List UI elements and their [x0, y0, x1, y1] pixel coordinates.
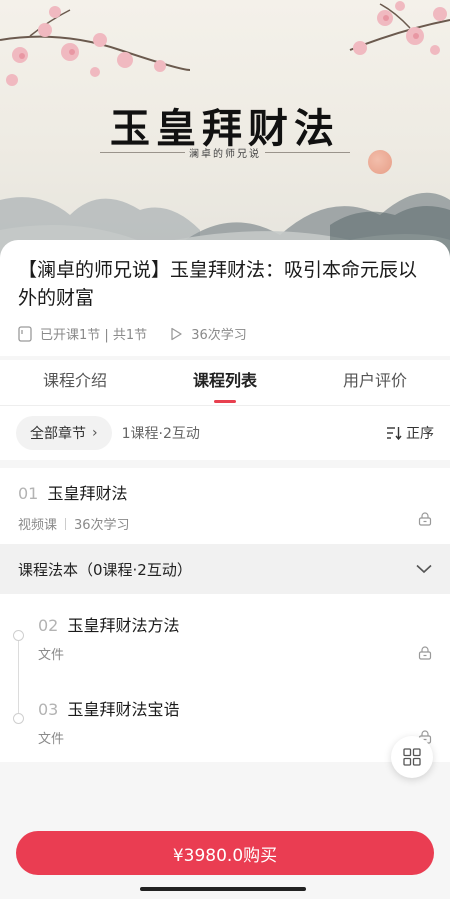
sort-order-button[interactable]: 正序 [386, 423, 434, 443]
sub-lesson-item[interactable]: 03 玉皇拜财法宝诰 文件 [38, 696, 432, 747]
catalog-float-button[interactable] [391, 736, 433, 778]
course-tabs: 课程介绍 课程列表 用户评价 [0, 360, 450, 406]
timeline-dot [13, 630, 24, 641]
sort-icon [387, 427, 402, 440]
tab-course-list[interactable]: 课程列表 [150, 360, 300, 405]
document-icon [18, 325, 32, 342]
sub-lesson-number: 03 [38, 700, 59, 719]
buy-button[interactable]: ¥3980.0购买 [16, 831, 434, 875]
grid-icon [403, 748, 421, 766]
tab-user-reviews[interactable]: 用户评价 [300, 360, 450, 405]
all-chapters-button[interactable]: 全部章节 › [16, 416, 112, 450]
section-lesson-list: 02 玉皇拜财法方法 文件 03 玉皇拜财法宝诰 文件 [0, 594, 450, 762]
play-icon [171, 327, 182, 340]
all-chapters-label: 全部章节 [30, 426, 86, 442]
tab-course-intro[interactable]: 课程介绍 [0, 360, 150, 405]
home-indicator [140, 887, 306, 891]
chevron-down-icon [416, 564, 432, 574]
chevron-right-icon: › [92, 425, 98, 441]
sort-label: 正序 [406, 426, 434, 442]
banner-subtitle: 澜卓的师兄说 [189, 149, 261, 160]
section-title: 课程法本（0课程·2互动） [18, 560, 192, 579]
lock-icon [418, 512, 432, 526]
course-title: 【澜卓的师兄说】玉皇拜财法：吸引本命元辰以外的财富 [18, 259, 418, 309]
sub-lesson-title: 玉皇拜财法宝诰 [67, 700, 180, 719]
lesson-meta: 视频课 36次学习 [18, 514, 432, 533]
sub-lesson-type: 文件 [38, 732, 65, 747]
course-banner: 玉皇拜财法 澜卓的师兄说 [0, 0, 450, 262]
sub-lesson-title: 玉皇拜财法方法 [67, 616, 180, 635]
timeline-dot [13, 713, 24, 724]
lesson-study-count: 36次学习 [74, 518, 130, 533]
sub-lesson-type: 文件 [38, 648, 65, 663]
lock-icon [418, 646, 432, 660]
lesson-title: 玉皇拜财法 [47, 484, 128, 503]
course-info-card: 【澜卓的师兄说】玉皇拜财法：吸引本命元辰以外的财富 已开课1节 | 共1节 36… [0, 240, 450, 356]
chapter-filter-bar: 全部章节 › 1课程·2互动 正序 [0, 406, 450, 460]
timeline-line [18, 630, 19, 714]
lesson-number: 01 [18, 484, 39, 503]
lesson-title-row: 01 玉皇拜财法 [18, 480, 432, 504]
lesson-type: 视频课 [18, 518, 58, 533]
section-header[interactable]: 课程法本（0课程·2互动） [0, 544, 450, 594]
meta-divider [65, 517, 67, 530]
sub-lesson-title-row: 02 玉皇拜财法方法 [38, 612, 432, 636]
sub-lesson-item[interactable]: 02 玉皇拜财法方法 文件 [38, 612, 432, 663]
lesson-item[interactable]: 01 玉皇拜财法 视频课 36次学习 [0, 468, 450, 544]
chapter-summary: 1课程·2互动 [121, 426, 200, 442]
lessons-info: 已开课1节 | 共1节 [40, 328, 148, 343]
sub-lesson-title-row: 03 玉皇拜财法宝诰 [38, 696, 432, 720]
study-count: 36次学习 [191, 328, 247, 343]
course-meta: 已开课1节 | 共1节 36次学习 [18, 324, 432, 343]
sub-lesson-number: 02 [38, 616, 59, 635]
